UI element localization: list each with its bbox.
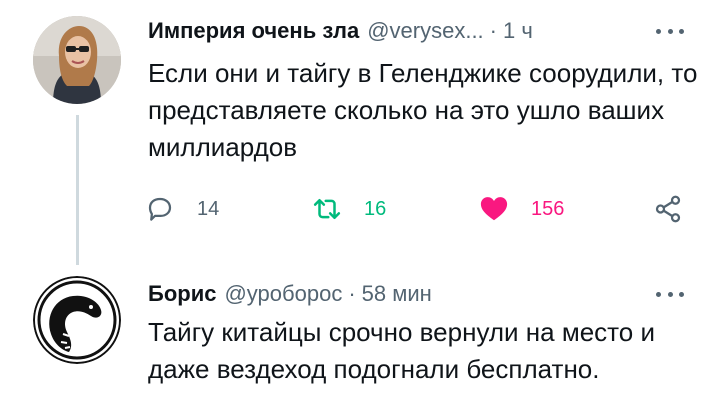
reply-count: 14 xyxy=(197,197,220,220)
author-name[interactable]: Империя очень зла xyxy=(148,18,359,44)
avatar[interactable] xyxy=(33,16,121,104)
heart-icon xyxy=(480,197,508,221)
timestamp[interactable]: 1 ч xyxy=(503,18,533,44)
reply-button[interactable]: 14 xyxy=(145,192,219,226)
avatar[interactable] xyxy=(33,276,121,364)
tweet-text: Тайгу китайцы срочно вернули на место и … xyxy=(148,317,655,384)
separator: · xyxy=(489,18,497,43)
tweet-header: Борис @уроборос · 58 мин xyxy=(148,279,432,309)
share-icon xyxy=(655,195,681,223)
share-button[interactable] xyxy=(653,192,683,226)
retweet-count: 16 xyxy=(364,197,387,220)
more-icon[interactable] xyxy=(656,26,684,36)
tweet-header: Империя очень зла @verysex... · 1 ч xyxy=(148,16,533,46)
separator: · xyxy=(348,281,356,306)
like-button[interactable]: 156 xyxy=(479,192,564,226)
retweet-icon xyxy=(313,199,341,219)
reply-icon xyxy=(148,197,172,221)
tweet[interactable]: Борис @уроборос · 58 мин Тайгу китайцы с… xyxy=(0,270,720,400)
tweet[interactable]: Империя очень зла @verysex... · 1 ч Если… xyxy=(0,0,720,270)
tweet-actions: 14 16 156 xyxy=(145,192,695,226)
author-handle[interactable]: @уроборос xyxy=(224,281,342,307)
author-name[interactable]: Борис xyxy=(148,281,216,307)
timestamp[interactable]: 58 мин xyxy=(362,281,432,307)
tweet-text: Если они и тайгу в Геленджике соорудили,… xyxy=(148,58,698,162)
author-handle[interactable]: @verysex... xyxy=(367,18,483,44)
thread-line xyxy=(76,115,79,265)
retweet-button[interactable]: 16 xyxy=(312,192,386,226)
like-count: 156 xyxy=(531,197,565,220)
more-icon[interactable] xyxy=(656,289,684,299)
